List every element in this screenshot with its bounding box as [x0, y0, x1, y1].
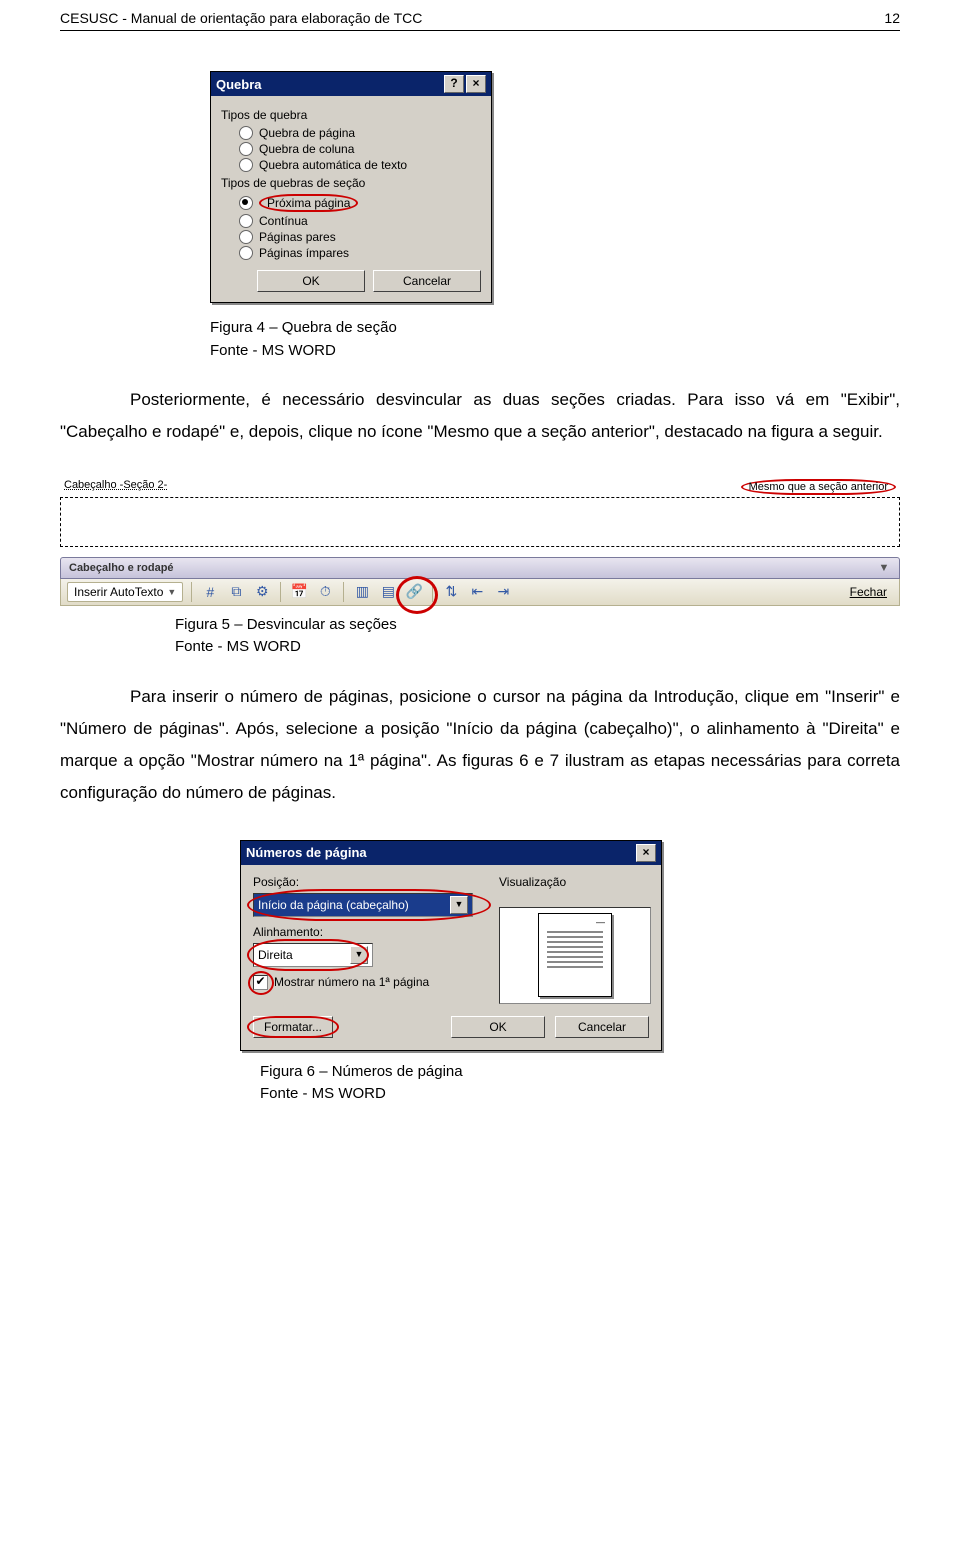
paragraph-1: Posteriormente, é necessário desvincular… [60, 384, 900, 449]
paragraph-2: Para inserir o número de páginas, posici… [60, 681, 900, 810]
radio-quebra-coluna[interactable]: Quebra de coluna [239, 142, 481, 156]
same-as-previous-icon[interactable]: 🔗 [404, 582, 424, 602]
time-icon[interactable]: ⏱ [315, 582, 335, 602]
page-number-icon[interactable]: # [200, 582, 220, 602]
radio-label: Quebra de coluna [259, 142, 354, 156]
visualizacao-label: Visualização [499, 875, 649, 889]
dropdown-icon: ▼ [450, 896, 468, 914]
next-section-icon[interactable]: ⇥ [493, 582, 513, 602]
radio-label: Quebra automática de texto [259, 158, 407, 172]
hf-toolbar-titlebar: Cabeçalho e rodapé ▼ [60, 557, 900, 579]
posicao-label: Posição: [253, 875, 485, 889]
alinhamento-label: Alinhamento: [253, 925, 485, 939]
quebra-dialog-titlebar: Quebra ? × [211, 72, 491, 96]
same-as-previous-label: Mesmo que a seção anterior [741, 479, 896, 495]
radio-icon [239, 214, 253, 228]
close-button[interactable]: × [636, 844, 656, 862]
radio-label: Contínua [259, 214, 308, 228]
dropdown-icon: ▼ [167, 587, 176, 597]
cancel-button[interactable]: Cancelar [555, 1016, 649, 1038]
np-dialog-titlebar: Números de página × [241, 841, 661, 865]
mostrar-primeira-label: Mostrar número na 1ª página [274, 975, 429, 989]
radio-paginas-pares[interactable]: Páginas pares [239, 230, 481, 244]
insert-autotext-label: Inserir AutoTexto [74, 585, 163, 599]
header-edit-region[interactable] [60, 497, 900, 547]
radio-label: Páginas pares [259, 230, 336, 244]
hf-toolbar-title-text: Cabeçalho e rodapé [69, 562, 174, 574]
toolbar-separator [191, 582, 192, 602]
format-page-number-icon[interactable]: ⚙ [252, 582, 272, 602]
figure6-caption: Figura 6 – Números de página [260, 1061, 900, 1084]
header-rule [60, 30, 900, 31]
ok-button[interactable]: OK [257, 270, 365, 292]
radio-icon [239, 246, 253, 260]
checkbox-icon: ✔ [253, 975, 268, 990]
previous-section-icon[interactable]: ⇤ [467, 582, 487, 602]
page-setup-icon[interactable]: ▥ [352, 582, 372, 602]
help-button[interactable]: ? [444, 75, 464, 93]
radio-icon [239, 158, 253, 172]
page-count-icon[interactable]: ⧉ [226, 582, 246, 602]
radio-quebra-auto-texto[interactable]: Quebra automática de texto [239, 158, 481, 172]
numeros-pagina-dialog: Números de página × Posição: Início da p… [240, 840, 662, 1051]
radio-proxima-pagina[interactable]: Próxima página [239, 194, 481, 212]
show-document-icon[interactable]: ▤ [378, 582, 398, 602]
date-icon[interactable]: 📅 [289, 582, 309, 602]
group-tipos-quebra: Tipos de quebra [221, 108, 481, 122]
ok-button[interactable]: OK [451, 1016, 545, 1038]
quebra-dialog: Quebra ? × Tipos de quebra Quebra de pág… [210, 71, 492, 303]
switch-header-footer-icon[interactable]: ⇅ [441, 582, 461, 602]
toolbar-separator [280, 582, 281, 602]
insert-autotext-button[interactable]: Inserir AutoTexto ▼ [67, 582, 183, 602]
figure6-source: Fonte - MS WORD [260, 1083, 900, 1106]
hf-toolbar: Inserir AutoTexto ▼ # ⧉ ⚙ 📅 ⏱ ▥ ▤ 🔗 ⇅ [60, 579, 900, 606]
dropdown-icon: ▼ [350, 946, 368, 964]
close-toolbar-button[interactable]: Fechar [844, 583, 893, 601]
mostrar-primeira-checkbox[interactable]: ✔ Mostrar número na 1ª página [253, 975, 485, 990]
figure4-source: Fonte - MS WORD [210, 340, 900, 363]
figure4-caption: Figura 4 – Quebra de seção [210, 317, 900, 340]
radio-icon [239, 126, 253, 140]
radio-label: Próxima página [267, 196, 350, 210]
radio-quebra-pagina[interactable]: Quebra de página [239, 126, 481, 140]
header-section-label: Cabeçalho -Seção 2- [64, 479, 167, 495]
cancel-button[interactable]: Cancelar [373, 270, 481, 292]
radio-icon [239, 142, 253, 156]
toolbar-chevron-icon[interactable]: ▼ [877, 562, 891, 574]
highlight-proxima-pagina: Próxima página [259, 194, 358, 212]
page-number: 12 [884, 10, 900, 26]
preview-box: — [499, 907, 651, 1004]
radio-icon [239, 196, 253, 210]
formatar-button[interactable]: Formatar... [253, 1016, 333, 1038]
figure5-caption: Figura 5 – Desvincular as seções [175, 614, 900, 637]
figure5-source: Fonte - MS WORD [175, 636, 900, 659]
page-header-title: CESUSC - Manual de orientação para elabo… [60, 10, 422, 26]
radio-label: Quebra de página [259, 126, 355, 140]
np-dialog-title: Números de página [246, 845, 367, 860]
header-footer-area: Cabeçalho -Seção 2- Mesmo que a seção an… [60, 479, 900, 606]
radio-continua[interactable]: Contínua [239, 214, 481, 228]
toolbar-separator [343, 582, 344, 602]
alinhamento-select[interactable]: Direita ▼ [253, 943, 373, 967]
posicao-select[interactable]: Início da página (cabeçalho) ▼ [253, 893, 473, 917]
quebra-dialog-title: Quebra [216, 77, 262, 92]
radio-paginas-impares[interactable]: Páginas ímpares [239, 246, 481, 260]
preview-page-icon: — [538, 913, 612, 997]
radio-icon [239, 230, 253, 244]
toolbar-separator [432, 582, 433, 602]
posicao-value: Início da página (cabeçalho) [258, 898, 409, 912]
group-tipos-quebras-secao: Tipos de quebras de seção [221, 176, 481, 190]
radio-label: Páginas ímpares [259, 246, 349, 260]
close-button[interactable]: × [466, 75, 486, 93]
alinhamento-value: Direita [258, 948, 293, 962]
